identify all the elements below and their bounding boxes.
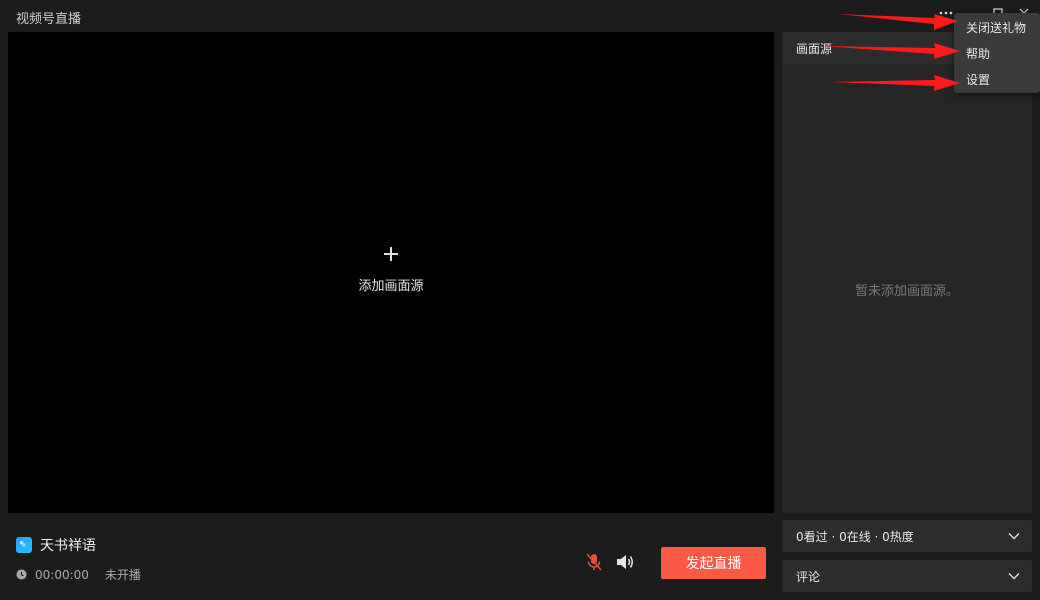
- more-menu: 关闭送礼物 帮助 设置: [954, 13, 1040, 93]
- more-icon[interactable]: [938, 5, 954, 21]
- speaker-icon[interactable]: [615, 553, 635, 571]
- comments-label: 评论: [796, 569, 821, 584]
- menu-item-settings[interactable]: 设置: [954, 67, 1040, 93]
- source-empty-text: 暂未添加画面源。: [854, 284, 959, 299]
- clock-icon: [16, 569, 27, 580]
- live-duration: 00:00:00: [35, 567, 89, 582]
- start-live-button[interactable]: 发起直播: [661, 547, 766, 579]
- source-panel: 画面源 暂未添加画面源。: [782, 32, 1032, 513]
- window-title: 视频号直播: [16, 12, 82, 27]
- comments-dropdown[interactable]: 评论: [782, 560, 1032, 592]
- app-window: 视频号直播 添加画面源 画面源 暂未添加画面源。 0看过 · 0在线 · 0热度…: [0, 0, 1040, 600]
- stats-dropdown[interactable]: 0看过 · 0在线 · 0热度: [782, 520, 1032, 552]
- live-preview: 添加画面源: [8, 32, 774, 513]
- plus-icon: [384, 247, 398, 261]
- channel-info: 天书祥语: [16, 535, 96, 555]
- chevron-down-icon: [1008, 573, 1020, 580]
- add-source-label: 添加画面源: [358, 279, 424, 294]
- live-timer-row: 00:00:00 未开播: [16, 566, 141, 583]
- live-status: 未开播: [104, 568, 141, 582]
- channel-name: 天书祥语: [40, 538, 96, 554]
- chevron-down-icon: [1008, 533, 1020, 540]
- channel-avatar-icon: [16, 537, 32, 553]
- menu-item-help[interactable]: 帮助: [954, 41, 1040, 67]
- mic-muted-icon[interactable]: [585, 552, 603, 572]
- menu-item-disable-gifts[interactable]: 关闭送礼物: [954, 15, 1040, 41]
- add-source-button[interactable]: 添加画面源: [8, 247, 774, 294]
- stats-label: 0看过 · 0在线 · 0热度: [796, 529, 914, 544]
